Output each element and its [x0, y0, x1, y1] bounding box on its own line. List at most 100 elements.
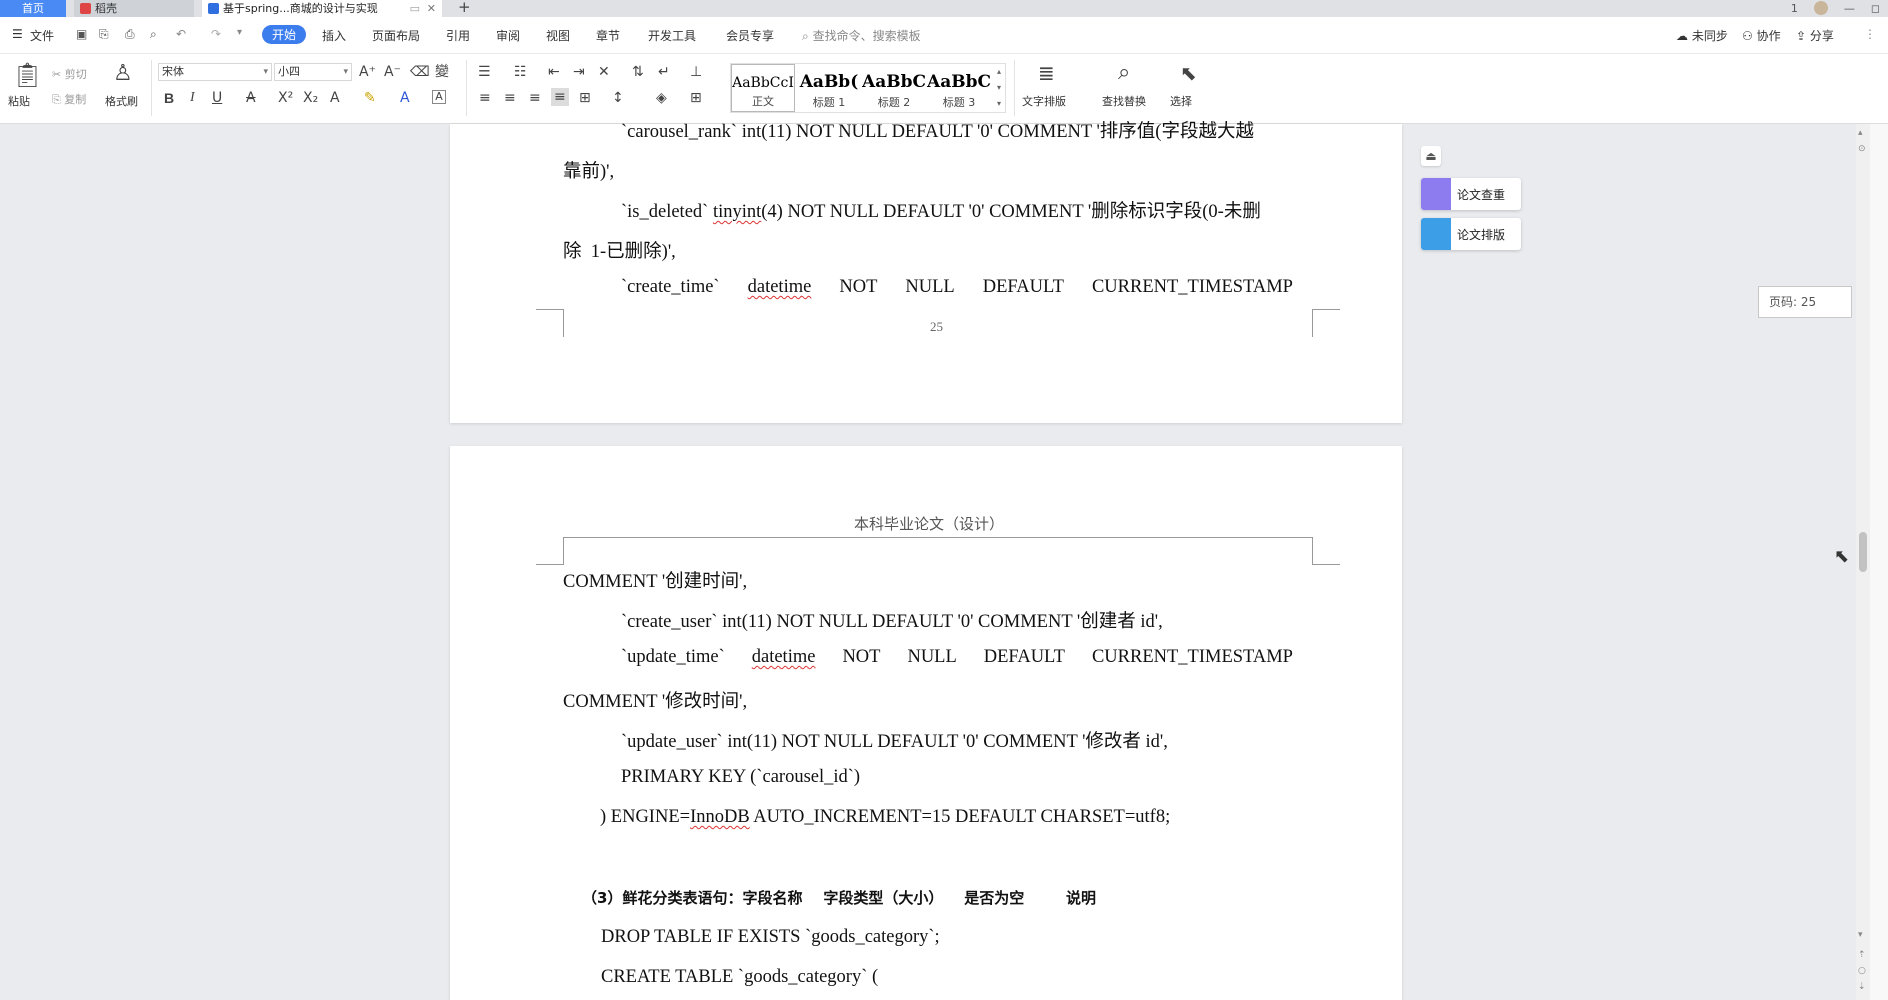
style-heading1[interactable]: AaBb( 标题 1 — [797, 64, 861, 112]
shading-icon[interactable]: ◈ — [656, 90, 667, 106]
tab-close-icon[interactable]: ✕ — [427, 0, 436, 17]
format-painter-icon[interactable]: ♙ — [113, 62, 133, 86]
text-effect-icon[interactable]: A — [330, 90, 340, 106]
scrollbar-thumb[interactable] — [1859, 532, 1867, 572]
select-browse-icon[interactable]: ○ — [1858, 966, 1866, 976]
justify-icon[interactable]: ≡ — [551, 88, 569, 106]
tab-document[interactable]: 基于spring...商城的设计与实现 ▭ ✕ — [202, 0, 442, 17]
text-run: NULL — [907, 647, 957, 667]
redo-icon[interactable]: ↷ — [211, 27, 221, 41]
tabs-icon[interactable]: ⊥ — [690, 64, 702, 80]
text-layout-icon[interactable]: ≣ — [1038, 62, 1055, 84]
spellcheck-word[interactable]: datetime — [752, 647, 816, 668]
cut-button[interactable]: ✂ 剪切 — [52, 66, 87, 82]
avatar[interactable] — [1813, 1, 1828, 15]
next-page-icon[interactable]: ⇣ — [1858, 982, 1866, 992]
menu-references[interactable]: 引用 — [446, 27, 470, 44]
maximize-icon[interactable]: ◻ — [1871, 0, 1880, 17]
command-search[interactable]: ⌕ 查找命令、搜索模板 — [802, 27, 921, 44]
copy-button[interactable]: ⎘ 复制 — [52, 91, 86, 107]
menu-start[interactable]: 开始 — [262, 25, 307, 44]
char-border-icon[interactable]: A — [432, 90, 446, 104]
distribute-icon[interactable]: ⊞ — [579, 90, 591, 106]
customize-chevron-icon[interactable]: ▾ — [237, 27, 242, 38]
numbering-icon[interactable]: ☷ — [514, 64, 527, 80]
tab-daoke[interactable]: 稻壳 — [74, 0, 194, 17]
style-heading3[interactable]: AaBbC 标题 3 — [927, 64, 991, 112]
undo-icon[interactable]: ↶ — [176, 27, 186, 41]
grow-font-icon[interactable]: A⁺ — [359, 64, 376, 80]
collaborate-button[interactable]: ⚇ 协作 — [1742, 27, 1781, 44]
clear-format-icon[interactable]: ⌫ — [410, 64, 430, 80]
shrink-font-icon[interactable]: A⁻ — [384, 64, 401, 80]
strikethrough-icon[interactable]: A — [246, 90, 256, 106]
style-gallery: AaBbCcI 正文 AaBb( 标题 1 AaBbC 标题 2 AaBbC 标… — [730, 63, 1006, 113]
line-spacing-icon[interactable]: ↕ — [612, 90, 624, 106]
borders-icon[interactable]: ⊞ — [690, 90, 702, 106]
style-scroll-icon[interactable]: ▴ ▾ ▾ — [993, 64, 1005, 112]
tab-home[interactable]: 首页 — [0, 0, 66, 17]
window-layout-icon[interactable]: 1 — [1791, 0, 1798, 17]
sort-icon[interactable]: ⇅ — [632, 64, 644, 80]
style-heading2[interactable]: AaBbC 标题 2 — [862, 64, 926, 112]
italic-icon[interactable]: I — [190, 90, 195, 106]
print-preview-icon[interactable]: ⌕ — [150, 27, 157, 42]
spellcheck-word[interactable]: InnoDB — [690, 807, 750, 827]
paper-layout-button[interactable]: 论文排版 — [1421, 218, 1521, 250]
prev-page-icon[interactable]: ⇡ — [1858, 950, 1866, 960]
select-icon[interactable]: ⬉ — [1180, 62, 1197, 84]
menu-review[interactable]: 审阅 — [496, 27, 520, 44]
scroll-down-icon[interactable]: ▾ — [1858, 930, 1863, 940]
format-painter-button[interactable]: 格式刷 — [105, 93, 138, 109]
font-color-icon[interactable]: A — [400, 90, 410, 106]
more-icon[interactable]: ⋮ — [1864, 27, 1876, 41]
phonetic-icon[interactable]: 變 — [435, 64, 449, 80]
select-button[interactable]: 选择 — [1170, 93, 1192, 109]
menu-chapter[interactable]: 章节 — [596, 27, 620, 44]
align-center-icon[interactable]: ≡ — [504, 90, 516, 106]
scroll-up-icon[interactable]: ▴ — [1858, 128, 1863, 138]
align-left-icon[interactable]: ≡ — [479, 90, 491, 106]
highlight-icon[interactable]: ✎ — [364, 90, 376, 106]
show-marks-icon[interactable]: ↵ — [658, 64, 670, 80]
find-replace-button[interactable]: 查找替换 — [1102, 93, 1146, 109]
print-icon[interactable]: ⎙ — [125, 27, 135, 42]
sync-status[interactable]: ☁ 未同步 — [1676, 27, 1728, 44]
text-layout-button[interactable]: 文字排版 — [1022, 93, 1066, 109]
bold-icon[interactable]: B — [164, 90, 174, 106]
font-name-select[interactable]: 宋体 ▾ — [158, 63, 272, 81]
paste-icon[interactable]: 📋︎ — [12, 62, 42, 88]
align-right-icon[interactable]: ≡ — [529, 90, 541, 106]
menu-developer[interactable]: 开发工具 — [648, 27, 696, 44]
subscript-icon[interactable]: X₂ — [303, 90, 318, 106]
paper-check-button[interactable]: 论文查重 — [1421, 178, 1521, 210]
menu-view[interactable]: 视图 — [546, 27, 570, 44]
style-heading1-preview: AaBb( — [799, 72, 859, 92]
export-icon[interactable]: ⎘ — [99, 27, 109, 42]
chevron-up-icon[interactable]: ⏏ — [1421, 146, 1441, 166]
menu-page-layout[interactable]: 页面布局 — [372, 27, 420, 44]
share-button[interactable]: ⇪ 分享 — [1796, 27, 1834, 44]
increase-indent-icon[interactable]: ⇥ — [573, 64, 585, 80]
menu-member[interactable]: 会员专享 — [726, 27, 774, 44]
tab-pin-icon[interactable]: ▭ — [410, 0, 420, 17]
menu-insert[interactable]: 插入 — [322, 27, 346, 44]
save-icon[interactable]: ▣ — [76, 27, 87, 41]
spellcheck-word[interactable]: tinyint — [713, 202, 761, 222]
superscript-icon[interactable]: X² — [278, 90, 293, 106]
font-size-select[interactable]: 小四 ▾ — [274, 63, 352, 81]
menu-file[interactable]: 文件 — [30, 27, 54, 44]
minimize-icon[interactable]: — — [1844, 0, 1855, 17]
scroll-top-icon[interactable]: ⊙ — [1858, 144, 1866, 154]
style-normal[interactable]: AaBbCcI 正文 — [731, 64, 795, 112]
underline-icon[interactable]: U — [212, 90, 222, 106]
paste-button[interactable]: 粘贴 — [8, 93, 30, 109]
sync-label: 未同步 — [1691, 29, 1728, 43]
decrease-indent-icon[interactable]: ⇤ — [548, 64, 560, 80]
chinese-layout-icon[interactable]: ✕ — [598, 64, 610, 80]
new-tab-button[interactable]: + — [454, 0, 474, 17]
hamburger-icon[interactable]: ☰ — [12, 27, 23, 41]
bullets-icon[interactable]: ☰ — [478, 64, 491, 80]
find-replace-icon[interactable]: ⌕ — [1118, 62, 1130, 84]
spellcheck-word[interactable]: datetime — [748, 277, 812, 298]
